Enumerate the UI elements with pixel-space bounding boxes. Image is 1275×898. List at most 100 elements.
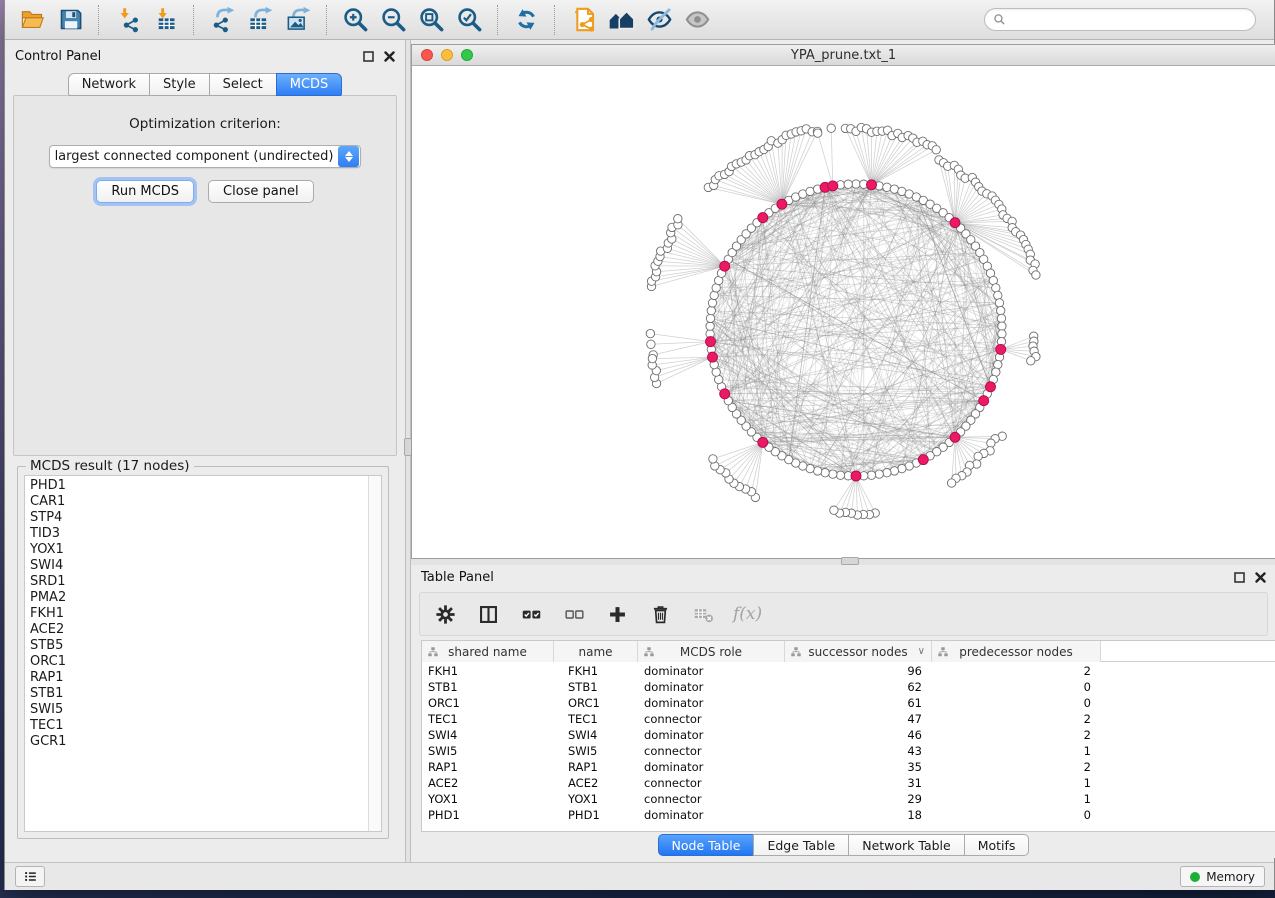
mcds-node[interactable] (758, 437, 768, 447)
network-node[interactable] (987, 439, 995, 447)
network-node[interactable] (998, 330, 1006, 338)
network-node[interactable] (995, 299, 1003, 307)
network-node[interactable] (708, 299, 716, 307)
mcds-node[interactable] (706, 337, 716, 347)
mcds-result-item[interactable]: YOX1 (30, 542, 368, 558)
mcds-result-item[interactable]: PHD1 (30, 478, 368, 494)
network-node[interactable] (883, 469, 891, 477)
network-node[interactable] (992, 284, 1000, 292)
mcds-node[interactable] (950, 218, 960, 228)
float-table-panel-icon[interactable] (1234, 572, 1245, 583)
new-network-from-selection-button[interactable] (564, 3, 602, 37)
column-header-shared-name[interactable]: shared name (422, 641, 554, 662)
import-network-button[interactable] (108, 3, 146, 37)
mcds-node[interactable] (720, 261, 730, 271)
mcds-node[interactable] (996, 344, 1006, 354)
network-node[interactable] (844, 180, 852, 188)
network-node[interactable] (830, 506, 838, 514)
network-node[interactable] (647, 340, 655, 348)
tab-select[interactable]: Select (209, 73, 276, 96)
first-neighbors-button[interactable] (602, 3, 640, 37)
table-row[interactable]: TEC1TEC1connector472 (422, 711, 1101, 727)
mcds-result-item[interactable]: TEC1 (30, 718, 368, 734)
mcds-result-item[interactable]: FKH1 (30, 606, 368, 622)
run-mcds-button[interactable]: Run MCDS (96, 180, 194, 203)
table-row[interactable]: FKH1FKH1dominator962 (422, 663, 1101, 679)
delete-column-button[interactable] (647, 601, 673, 627)
close-panel-button[interactable]: Close panel (208, 180, 314, 203)
close-panel-icon[interactable] (384, 51, 395, 62)
table-row[interactable]: ACE2ACE2connector311 (422, 775, 1101, 791)
mcds-node[interactable] (918, 455, 928, 465)
network-node[interactable] (674, 215, 682, 223)
network-node[interactable] (883, 183, 891, 191)
network-node[interactable] (836, 471, 844, 479)
tab-network-table[interactable]: Network Table (848, 834, 964, 856)
optimization-select[interactable]: largest connected component (undirected) (49, 145, 361, 168)
save-session-button[interactable] (51, 3, 89, 37)
tab-node-table[interactable]: Node Table (658, 834, 754, 856)
network-node[interactable] (852, 180, 860, 188)
hide-selected-button[interactable] (640, 3, 678, 37)
mcds-result-item[interactable]: PMA2 (30, 590, 368, 606)
network-node[interactable] (706, 314, 714, 322)
export-table-button[interactable] (241, 3, 279, 37)
column-header-MCDS-role[interactable]: MCDS role (638, 641, 785, 662)
table-row[interactable]: SWI5SWI5connector431 (422, 743, 1101, 759)
close-window-icon[interactable] (421, 49, 433, 61)
minimize-window-icon[interactable] (441, 49, 453, 61)
network-node[interactable] (814, 129, 822, 137)
network-node[interactable] (998, 322, 1006, 330)
table-row[interactable]: PHD1PHD1dominator180 (422, 807, 1101, 823)
network-node[interactable] (707, 306, 715, 314)
network-node[interactable] (947, 479, 955, 487)
network-node[interactable] (997, 314, 1005, 322)
table-row[interactable]: ORC1ORC1dominator610 (422, 695, 1101, 711)
network-node[interactable] (997, 306, 1005, 314)
memory-button[interactable]: Memory (1180, 866, 1265, 887)
zoom-in-button[interactable] (336, 3, 374, 37)
mcds-result-item[interactable]: TID3 (30, 526, 368, 542)
show-columns-button[interactable] (475, 601, 501, 627)
close-table-panel-icon[interactable] (1255, 572, 1266, 583)
network-node[interactable] (890, 467, 898, 475)
table-row[interactable]: YOX1YOX1connector291 (422, 791, 1101, 807)
column-header-name[interactable]: name (554, 641, 638, 662)
network-node[interactable] (994, 360, 1002, 368)
show-all-button[interactable] (678, 3, 716, 37)
table-settings-button[interactable] (432, 601, 458, 627)
network-node[interactable] (648, 354, 656, 362)
zoom-out-button[interactable] (374, 3, 412, 37)
apply-layout-button[interactable] (507, 3, 545, 37)
zoom-selected-button[interactable] (450, 3, 488, 37)
network-node[interactable] (710, 291, 718, 299)
mcds-node[interactable] (979, 396, 989, 406)
tab-edge-table[interactable]: Edge Table (753, 834, 848, 856)
search-input[interactable] (1012, 13, 1247, 27)
mcds-node[interactable] (720, 389, 730, 399)
mcds-list-scrollbar[interactable] (368, 476, 381, 831)
import-table-button[interactable] (146, 3, 184, 37)
mcds-result-item[interactable]: ORC1 (30, 654, 368, 670)
network-node[interactable] (829, 470, 837, 478)
column-header-predecessor-nodes[interactable]: predecessor nodes (932, 641, 1101, 662)
mcds-result-item[interactable]: SWI5 (30, 702, 368, 718)
select-all-button[interactable] (518, 601, 544, 627)
network-node[interactable] (821, 469, 829, 477)
table-row[interactable]: RAP1RAP1dominator352 (422, 759, 1101, 775)
clear-selection-button[interactable] (561, 601, 587, 627)
mcds-result-item[interactable]: STB1 (30, 686, 368, 702)
mcds-node[interactable] (851, 471, 861, 481)
network-node[interactable] (1027, 357, 1035, 365)
network-node[interactable] (646, 329, 654, 337)
network-node[interactable] (974, 452, 982, 460)
mcds-node[interactable] (867, 180, 877, 190)
network-node[interactable] (932, 146, 940, 154)
mcds-node[interactable] (777, 199, 787, 209)
zoom-fit-button[interactable] (412, 3, 450, 37)
network-node[interactable] (994, 291, 1002, 299)
network-node[interactable] (712, 368, 720, 376)
table-row[interactable]: STB1STB1dominator620 (422, 679, 1101, 695)
network-node[interactable] (706, 322, 714, 330)
mcds-result-item[interactable]: STP4 (30, 510, 368, 526)
